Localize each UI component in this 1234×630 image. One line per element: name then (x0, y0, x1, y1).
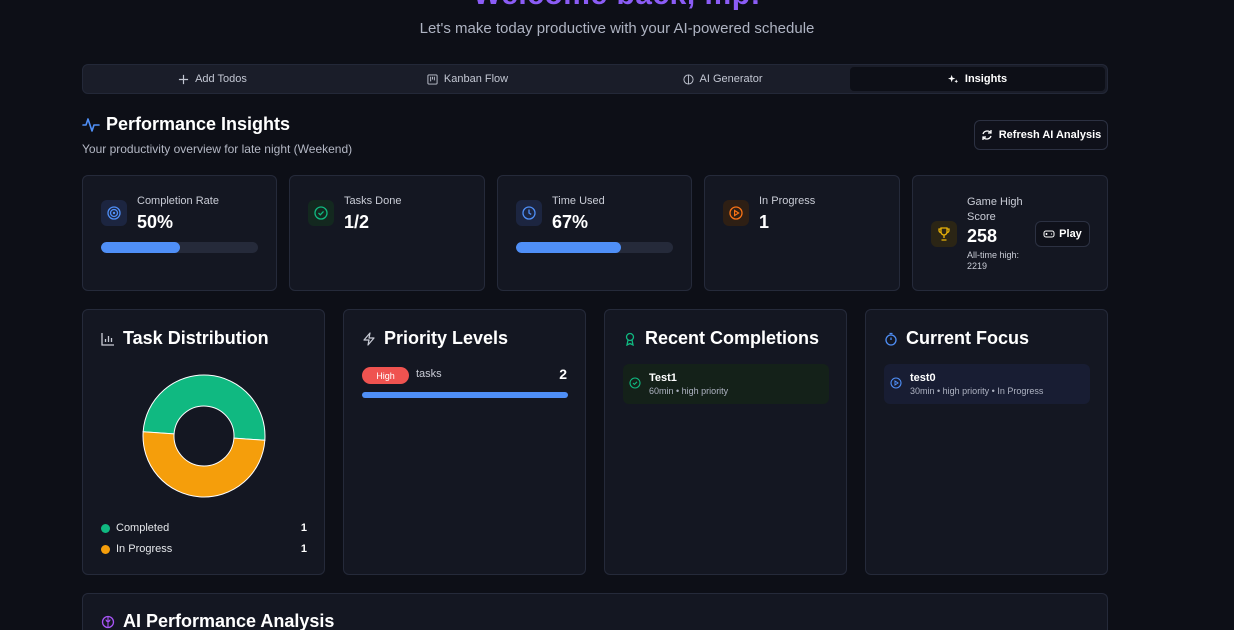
play-game-button[interactable]: Play (1035, 221, 1090, 247)
time-used-value: 67% (552, 212, 589, 232)
recent-completions-panel: Recent Completions Test1 60min • high pr… (604, 309, 847, 575)
current-focus-panel: Current Focus test0 30min • high priorit… (865, 309, 1108, 575)
task-distribution-donut (142, 374, 266, 498)
legend-in-progress: In Progress 1 (101, 543, 307, 555)
recent-item-title: Test1 (649, 372, 677, 384)
refresh-ai-analysis-button[interactable]: Refresh AI Analysis (974, 120, 1108, 150)
in-progress-value: 1 (759, 212, 770, 232)
current-focus-title: Current Focus (884, 328, 1029, 349)
recent-completion-item[interactable]: Test1 60min • high priority (623, 364, 829, 404)
tasks-done-value: 1/2 (344, 212, 370, 232)
task-distribution-panel: Task Distribution Completed 1 In Progres… (82, 309, 325, 575)
timer-icon (885, 332, 897, 346)
focus-item-title: test0 (910, 372, 936, 384)
target-icon (101, 200, 127, 226)
priority-bar (362, 392, 568, 398)
gamepad-icon (1043, 230, 1055, 238)
check-circle-icon (629, 377, 641, 389)
sparkles-icon (947, 74, 958, 83)
trophy-icon (931, 221, 957, 247)
game-high-score-label: Game High Score (967, 196, 1023, 223)
legend-completed: Completed 1 (101, 522, 307, 534)
current-focus-title-text: Current Focus (906, 328, 1030, 348)
game-high-score-card: Game High Score 258 All-time high: 2219 … (912, 175, 1108, 291)
check-circle-icon (308, 200, 334, 226)
clock-icon (516, 200, 542, 226)
tab-insights[interactable]: Insights (850, 67, 1105, 91)
all-time-high: All-time high: 2219 (967, 250, 1020, 271)
award-icon (625, 332, 635, 346)
ai-performance-analysis-panel: AI Performance Analysis (82, 593, 1108, 630)
priority-high-count: 2 (559, 366, 567, 382)
task-distribution-title-text: Task Distribution (123, 328, 269, 348)
legend-label: Completed (116, 522, 170, 534)
recent-completions-title: Recent Completions (623, 328, 819, 349)
legend-dot (101, 544, 110, 554)
tab-label: AI Generator (699, 73, 763, 85)
refresh-icon (982, 130, 992, 140)
welcome-subtitle: Let's make today productive with your AI… (419, 20, 815, 37)
activity-icon (82, 117, 100, 132)
brain-icon (101, 615, 115, 628)
ai-analysis-title-text: AI Performance Analysis (123, 611, 335, 630)
completion-rate-label: Completion Rate (137, 195, 219, 207)
insights-title-text: Performance Insights (106, 114, 291, 134)
tab-label: Kanban Flow (443, 73, 509, 85)
ai-analysis-title: AI Performance Analysis (101, 611, 334, 630)
tab-bar: Add Todos Kanban Flow AI Generator Insig… (82, 64, 1108, 94)
in-progress-label: In Progress (759, 195, 816, 207)
priority-levels-title-text: Priority Levels (384, 328, 509, 348)
completion-rate-card: Completion Rate 50% (82, 175, 277, 291)
kanban-icon (427, 73, 438, 85)
play-circle-icon (890, 377, 902, 389)
tab-ai-generator[interactable]: AI Generator (595, 67, 850, 91)
insights-subtitle: Your productivity overview for late nigh… (82, 142, 353, 156)
completion-progress-fill (101, 242, 180, 253)
play-label: Play (1059, 228, 1082, 240)
donut-slice-in-progress (142, 431, 266, 498)
legend-count: 1 (300, 522, 307, 534)
current-focus-item[interactable]: test0 30min • high priority • In Progres… (884, 364, 1090, 404)
legend-count: 1 (300, 543, 307, 555)
priority-levels-panel: Priority Levels High tasks 2 (343, 309, 586, 575)
in-progress-card: In Progress 1 (704, 175, 900, 291)
priority-high-badge: High (362, 367, 409, 384)
time-used-progress-fill (516, 242, 622, 253)
time-used-progress-bar (516, 242, 673, 253)
insights-title: Performance Insights (82, 114, 290, 135)
zap-icon (363, 331, 375, 346)
completion-progress-bar (101, 242, 258, 253)
tab-label: Add Todos (195, 73, 247, 85)
tab-kanban-flow[interactable]: Kanban Flow (340, 67, 595, 91)
bar-chart-icon (101, 332, 114, 346)
priority-tasks-label: tasks (416, 368, 442, 380)
time-used-label: Time Used (552, 195, 605, 207)
tasks-done-label: Tasks Done (344, 195, 402, 207)
tasks-done-card: Tasks Done 1/2 (289, 175, 485, 291)
brain-icon (682, 73, 694, 85)
priority-levels-title: Priority Levels (362, 328, 508, 349)
tab-add-todos[interactable]: Add Todos (85, 67, 340, 91)
game-high-score-value: 258 (967, 226, 998, 246)
plus-icon (179, 74, 189, 84)
welcome-heading: Welcome back, mp! (0, 0, 1234, 12)
focus-item-meta: 30min • high priority • In Progress (910, 386, 1044, 396)
refresh-label: Refresh AI Analysis (998, 129, 1102, 141)
recent-item-meta: 60min • high priority (649, 386, 729, 396)
legend-dot (101, 523, 110, 533)
time-used-card: Time Used 67% (497, 175, 692, 291)
play-circle-icon (723, 200, 749, 226)
completion-rate-value: 50% (137, 212, 174, 232)
legend-label: In Progress (116, 543, 173, 555)
donut-slice-completed (142, 374, 266, 441)
recent-completions-title-text: Recent Completions (645, 328, 820, 348)
tab-label: Insights (964, 73, 1008, 85)
task-distribution-title: Task Distribution (101, 328, 269, 349)
